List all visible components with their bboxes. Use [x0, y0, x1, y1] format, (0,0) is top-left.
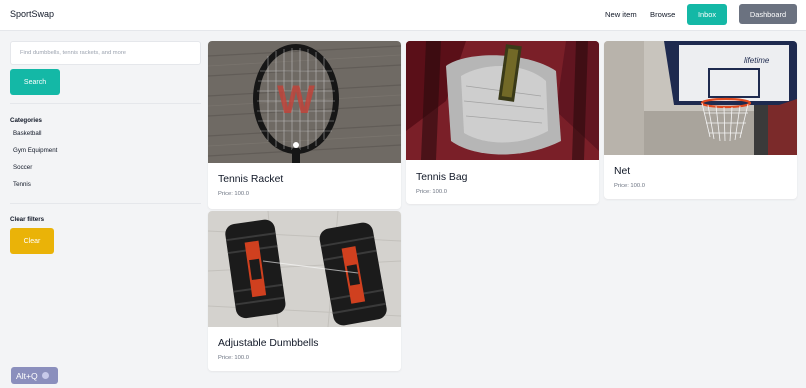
shortcut-badge[interactable]: Alt+Q: [11, 367, 58, 384]
svg-text:lifetime: lifetime: [744, 56, 770, 65]
item-price: Price: 100.0: [416, 189, 447, 195]
categories-heading: Categories: [10, 117, 42, 124]
main-content: Search Categories Basketball Gym Equipme…: [0, 31, 806, 388]
top-navbar: SportSwap New item Browse Inbox Dashboar…: [0, 0, 806, 31]
category-gym-equipment[interactable]: Gym Equipment: [13, 147, 57, 154]
nav-browse-link[interactable]: Browse: [650, 10, 675, 19]
svg-text:W: W: [277, 78, 315, 122]
category-tennis[interactable]: Tennis: [13, 181, 31, 188]
category-basketball[interactable]: Basketball: [13, 130, 42, 137]
shortcut-dot-icon: [41, 372, 49, 379]
nav-new-item-link[interactable]: New item: [605, 10, 637, 19]
search-button[interactable]: Search: [10, 69, 60, 95]
dashboard-button[interactable]: Dashboard: [739, 4, 797, 24]
clear-filters-heading: Clear filters: [10, 216, 45, 223]
item-card-adjustable-dumbbells[interactable]: Adjustable Dumbbells Price: 100.0: [208, 211, 401, 371]
item-card-tennis-bag[interactable]: Tennis Bag Price: 100.0: [406, 41, 599, 204]
item-title: Tennis Bag: [416, 172, 468, 183]
item-title: Adjustable Dumbbells: [218, 338, 319, 349]
sidebar-divider: [10, 203, 201, 204]
shortcut-label: Alt+Q: [16, 370, 38, 381]
search-input[interactable]: [10, 41, 201, 65]
item-price: Price: 100.0: [218, 191, 249, 197]
item-title: Net: [614, 166, 631, 177]
clear-button[interactable]: Clear: [10, 228, 54, 254]
category-soccer[interactable]: Soccer: [13, 164, 32, 171]
item-card-net[interactable]: lifetime Net Price: 100.0: [604, 41, 797, 199]
tennis-bag-photo: [406, 41, 599, 160]
brand-logo[interactable]: SportSwap: [10, 9, 54, 19]
item-price: Price: 100.0: [218, 355, 249, 361]
item-title: Tennis Racket: [218, 174, 284, 185]
inbox-button[interactable]: Inbox: [687, 4, 727, 25]
basketball-hoop-photo: lifetime: [604, 41, 797, 155]
sidebar-divider: [10, 103, 201, 104]
item-card-tennis-racket[interactable]: W Tennis Racket Price: 100.0: [208, 41, 401, 209]
item-price: Price: 100.0: [614, 183, 645, 189]
dumbbells-photo: [208, 211, 401, 327]
tennis-racket-photo: W: [208, 41, 401, 163]
